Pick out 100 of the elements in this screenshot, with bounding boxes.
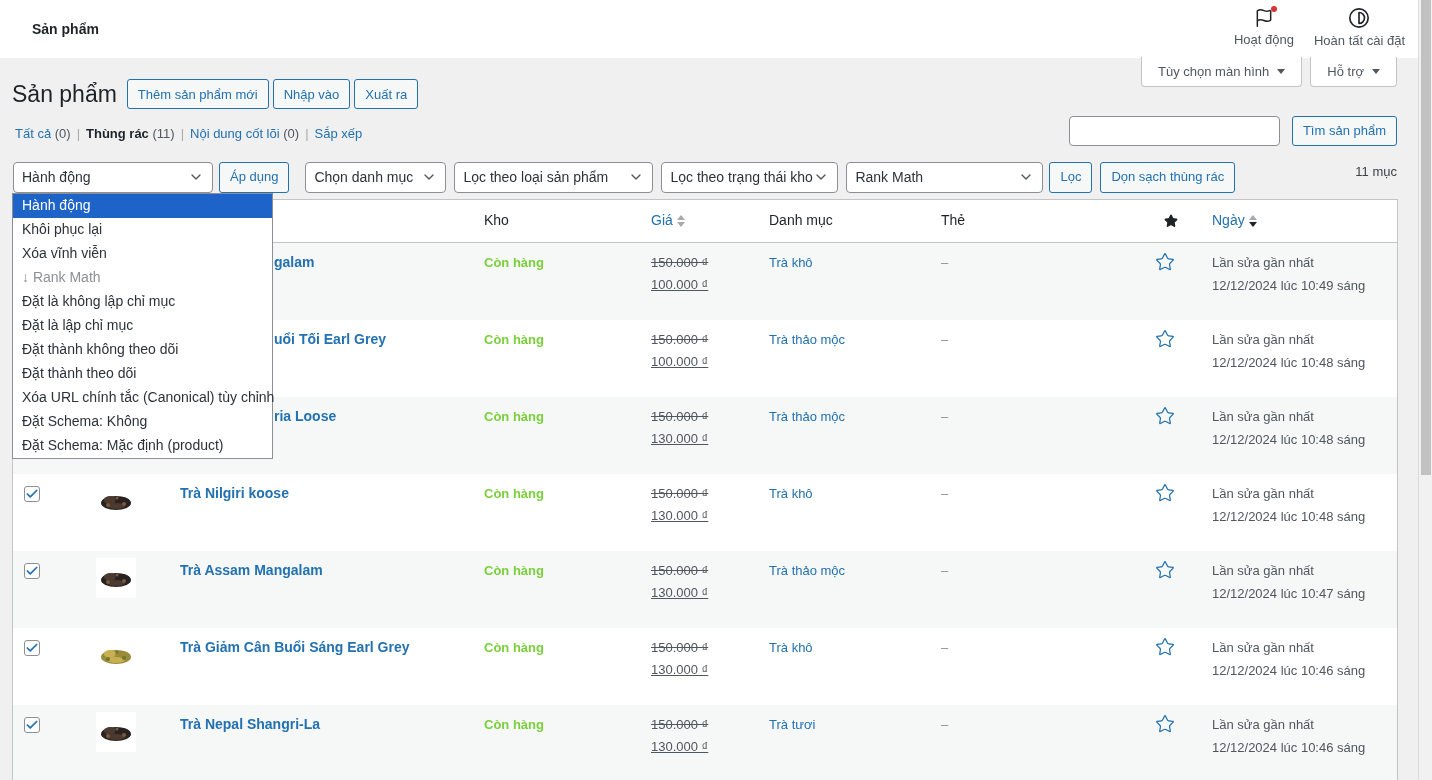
sort-icon <box>1248 213 1257 228</box>
page-heading: Sản phẩm <box>12 80 117 109</box>
date-text: 12/12/2024 lúc 10:48 sáng <box>1212 431 1367 449</box>
tags-cell: – <box>941 639 949 655</box>
stock-status: Còn hàng <box>484 639 544 655</box>
caret-icon <box>1372 69 1380 74</box>
regular-price: 150.000 ₫ <box>651 715 709 734</box>
column-header: Danh mục <box>769 211 833 230</box>
product-name-link[interactable]: Trà Giảm Cân Buổi Sáng Earl Grey <box>180 638 410 655</box>
item-count: 11 mục <box>1355 162 1397 181</box>
sale-price: 130.000 ₫ <box>651 507 709 525</box>
header-button[interactable]: Xuất ra <box>354 79 419 110</box>
category-link[interactable]: Trà thảo mộc <box>769 562 846 578</box>
page-title: Sản phẩm <box>32 19 99 39</box>
checkbox[interactable] <box>24 562 40 579</box>
date-text: 12/12/2024 lúc 10:46 sáng <box>1212 739 1367 757</box>
apply-button[interactable]: Áp dụng <box>219 161 290 193</box>
product-name-link[interactable]: Trà Nilgiri koose <box>180 484 289 501</box>
sortable-column-header[interactable]: Giá <box>651 210 685 231</box>
date-label: Lần sửa gần nhất <box>1212 715 1315 734</box>
category-link[interactable]: Trà thảo mộc <box>769 408 846 424</box>
menu-option[interactable]: Đặt thành theo dõi <box>13 361 272 386</box>
search-field[interactable] <box>1068 115 1280 146</box>
menu-option[interactable]: Đặt thành không theo dõi <box>13 337 272 362</box>
empty-trash-button[interactable]: Dọn sạch thùng rác <box>1100 161 1236 193</box>
regular-price: 150.000 ₫ <box>651 484 709 503</box>
view-link[interactable]: Thùng rác (11) <box>86 123 175 143</box>
tags-cell: – <box>941 331 949 347</box>
sale-price: 130.000 ₫ <box>651 661 709 679</box>
product-name-link[interactable]: uổi Tối Earl Grey <box>274 330 387 347</box>
sortable-column-header[interactable]: Ngày <box>1212 210 1257 231</box>
category-link[interactable]: Trà tươi <box>769 716 816 732</box>
select-field[interactable]: Lọc theo trạng thái kho <box>661 161 839 193</box>
filter-button[interactable]: Lọc <box>1049 161 1093 193</box>
date-text: 12/12/2024 lúc 10:49 sáng <box>1212 277 1367 295</box>
regular-price: 150.000 ₫ <box>651 253 709 272</box>
toolbar-button[interactable]: Hoàn tất cài đặt <box>1313 0 1405 58</box>
star-icon[interactable] <box>1154 405 1175 426</box>
screen-tab[interactable]: Hỗ trợ <box>1310 57 1397 87</box>
menu-option[interactable]: Khôi phục lại <box>13 217 272 242</box>
separator: | <box>76 124 80 143</box>
tags-cell: – <box>941 254 949 270</box>
sale-price: 100.000 ₫ <box>651 353 709 371</box>
star-icon[interactable] <box>1154 713 1175 734</box>
regular-price: 150.000 ₫ <box>651 638 709 657</box>
contrast-icon <box>1348 7 1371 30</box>
category-link[interactable]: Trà khô <box>769 639 813 655</box>
view-link[interactable]: Nội dung cốt lõi (0) <box>190 123 300 143</box>
stock-status: Còn hàng <box>484 408 544 424</box>
star-icon[interactable] <box>1154 559 1175 580</box>
sale-price: 130.000 ₫ <box>651 430 709 448</box>
star-icon[interactable] <box>1154 328 1175 349</box>
star-icon[interactable] <box>1154 482 1175 503</box>
scrollbar-thumb[interactable] <box>1420 0 1431 475</box>
menu-option[interactable]: Xóa vĩnh viễn <box>13 241 272 266</box>
search-button[interactable]: Tìm sản phẩm <box>1291 115 1397 146</box>
menu-option[interactable]: Xóa URL chính tắc (Canonical) tùy chỉnh <box>13 385 272 410</box>
checkbox[interactable] <box>24 639 40 656</box>
stock-status: Còn hàng <box>484 716 544 732</box>
menu-option[interactable]: Đặt là lập chỉ mục <box>13 313 272 338</box>
menu-option[interactable]: Đặt Schema: Mặc định (product) <box>13 433 272 458</box>
checkbox[interactable] <box>24 485 40 502</box>
star-icon[interactable] <box>1154 636 1175 657</box>
select-field[interactable]: Rank Math <box>846 161 1044 193</box>
date-text: 12/12/2024 lúc 10:48 sáng <box>1212 508 1367 526</box>
view-link[interactable]: Sắp xếp <box>314 123 363 143</box>
menu-option[interactable]: Hành động <box>13 193 272 218</box>
stock-status: Còn hàng <box>484 331 544 347</box>
product-name-link[interactable]: galam <box>274 253 315 270</box>
header-button[interactable]: Thêm sản phẩm mới <box>126 79 269 110</box>
star-icon[interactable] <box>1154 251 1175 272</box>
sort-icon <box>676 213 685 228</box>
category-link[interactable]: Trà khô <box>769 485 813 501</box>
sale-price: 130.000 ₫ <box>651 738 709 756</box>
header-button[interactable]: Nhập vào <box>272 79 351 110</box>
date-label: Lần sửa gần nhất <box>1212 407 1315 426</box>
menu-option[interactable]: Đặt Schema: Không <box>13 409 272 434</box>
star-icon <box>1163 213 1178 228</box>
product-name-link[interactable]: ria Loose <box>274 407 337 424</box>
column-header: Thẻ <box>941 211 966 230</box>
select-field[interactable]: Chọn danh mục <box>305 161 447 193</box>
tags-cell: – <box>941 716 949 732</box>
date-label: Lần sửa gần nhất <box>1212 330 1315 349</box>
date-label: Lần sửa gần nhất <box>1212 253 1315 272</box>
separator: | <box>305 124 309 143</box>
select-field[interactable]: Lọc theo loại sản phẩm <box>454 161 654 193</box>
regular-price: 150.000 ₫ <box>651 561 709 580</box>
date-text: 12/12/2024 lúc 10:46 sáng <box>1212 662 1367 680</box>
product-name-link[interactable]: Trà Nepal Shangri-La <box>180 715 321 732</box>
screen-tab[interactable]: Tùy chọn màn hình <box>1141 57 1303 87</box>
checkbox[interactable] <box>24 716 40 733</box>
view-link[interactable]: Tất cả (0) <box>15 123 71 143</box>
sale-price: 130.000 ₫ <box>651 584 709 602</box>
category-link[interactable]: Trà thảo mộc <box>769 331 846 347</box>
menu-option[interactable]: Đặt là không lập chỉ mục <box>13 289 272 314</box>
select-field[interactable]: Hành động <box>13 161 213 193</box>
separator: | <box>180 124 184 143</box>
product-name-link[interactable]: Trà Assam Mangalam <box>180 561 323 578</box>
regular-price: 150.000 ₫ <box>651 407 709 426</box>
category-link[interactable]: Trà khô <box>769 254 813 270</box>
